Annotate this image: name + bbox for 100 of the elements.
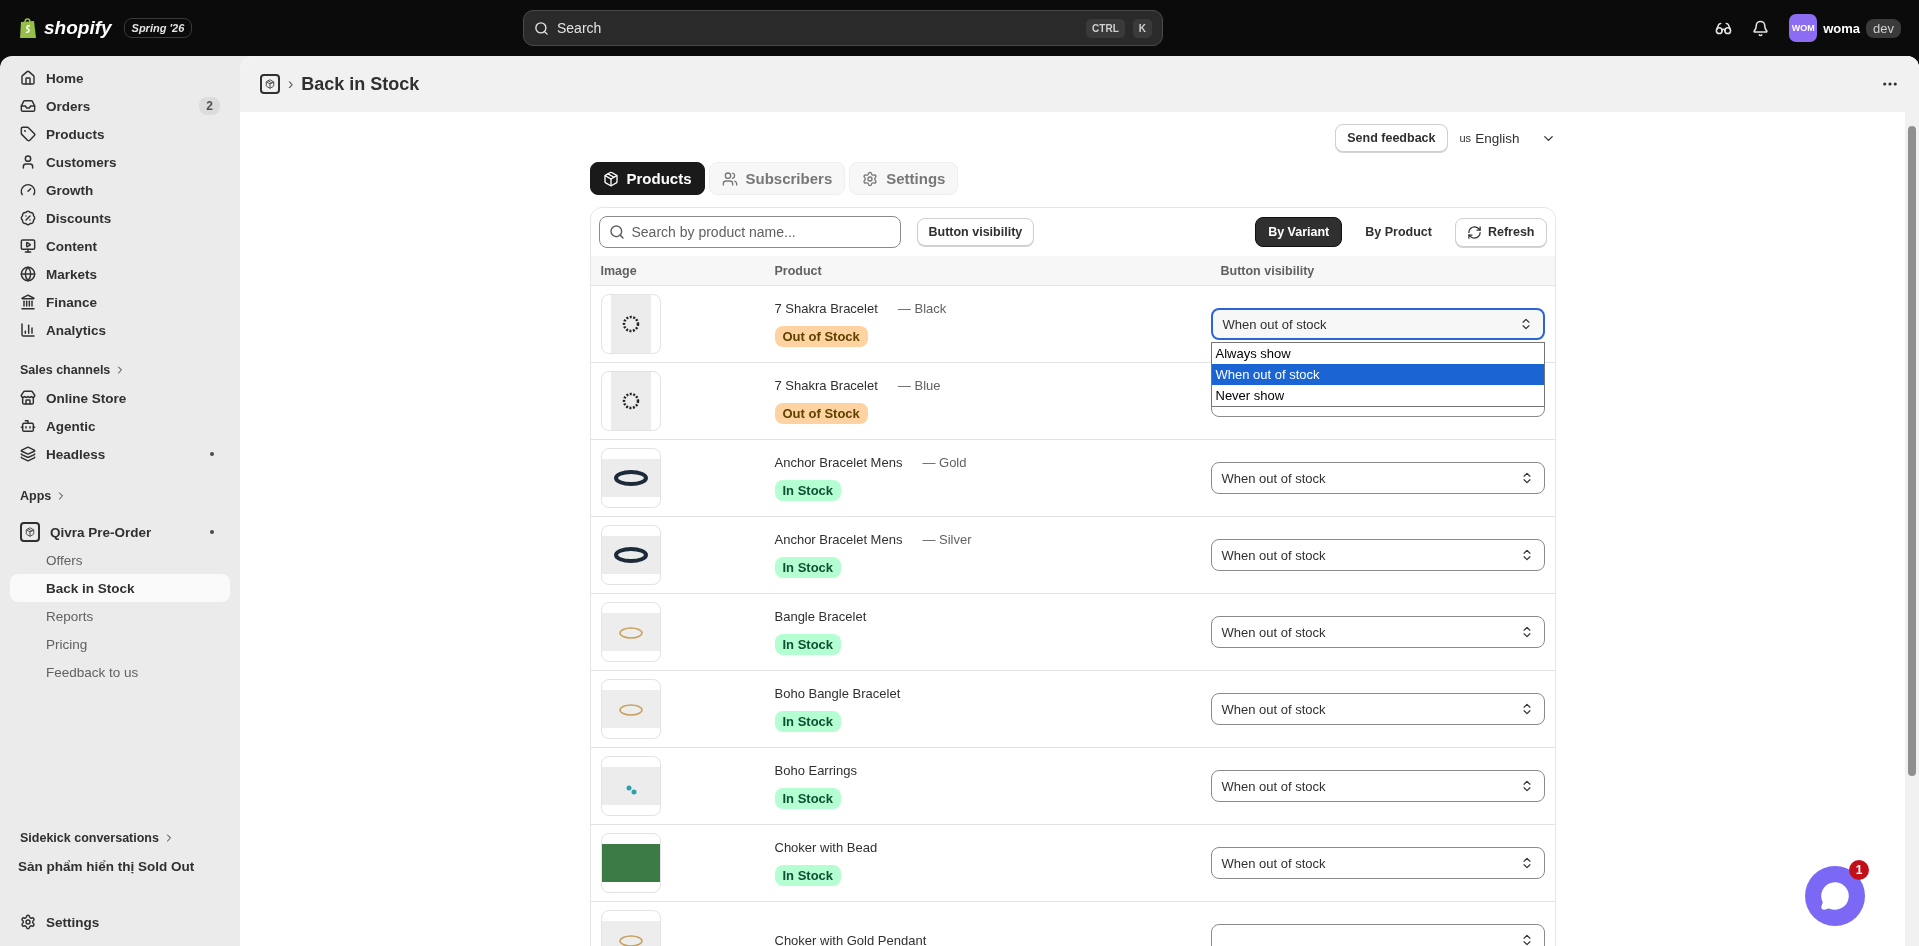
nav-subitem[interactable]: Feedback to us xyxy=(10,658,230,686)
variant-name: — Gold xyxy=(922,455,967,470)
product-name: 7 Shakra Bracelet xyxy=(774,301,878,316)
product-name: Anchor Bracelet Mens xyxy=(774,455,903,470)
stock-status: In Stock xyxy=(774,634,842,655)
avatar[interactable]: WOM xyxy=(1789,14,1818,42)
product-name: Bangle Bracelet xyxy=(774,609,867,624)
visibility-select[interactable]: When out of stock xyxy=(1210,770,1545,802)
keyboard-key: K xyxy=(1132,18,1152,38)
box-icon xyxy=(602,170,619,187)
tab[interactable]: Products xyxy=(589,162,705,195)
stock-status: In Stock xyxy=(774,711,842,732)
section-link[interactable]: Sales channels xyxy=(10,356,230,384)
column-header: Product xyxy=(773,263,823,278)
visibility-select[interactable]: When out of stock xyxy=(1210,847,1545,879)
visibility-select[interactable]: When out of stock xyxy=(1210,693,1545,725)
layers-icon xyxy=(20,446,36,462)
nav-item[interactable]: Growth xyxy=(10,176,230,204)
nav-item[interactable]: Settings xyxy=(10,908,230,936)
app-icon xyxy=(20,522,40,542)
visibility-select[interactable]: When out of stock xyxy=(1210,539,1545,571)
gauge-icon xyxy=(20,182,36,198)
send-feedback-button[interactable]: Send feedback xyxy=(1335,124,1448,152)
product-name: Anchor Bracelet Mens xyxy=(774,532,903,547)
shopping-bag-icon xyxy=(18,17,38,39)
store-icon xyxy=(20,390,36,406)
nav-item[interactable]: Content xyxy=(10,232,230,260)
nav-item[interactable]: Products xyxy=(10,120,230,148)
product-name: Boho Bangle Bracelet xyxy=(774,686,901,701)
nav-item[interactable]: Customers xyxy=(10,148,230,176)
product-name: Choker with Bead xyxy=(774,840,878,855)
product-name: 7 Shakra Bracelet xyxy=(774,378,878,393)
variant-name: — Blue xyxy=(897,378,941,393)
environment-badge: dev xyxy=(1866,18,1901,38)
home-icon xyxy=(20,70,36,86)
chat-bubble-icon xyxy=(1820,881,1850,911)
nav-item[interactable]: Agentic xyxy=(10,412,230,440)
nav-item[interactable]: Orders 2 xyxy=(10,92,230,120)
count-badge: 2 xyxy=(199,97,220,115)
tab[interactable]: Settings xyxy=(849,162,959,195)
visibility-button[interactable]: Button visibility xyxy=(916,218,1035,246)
stock-status: In Stock xyxy=(774,788,842,809)
search-field[interactable]: Search CTRL K xyxy=(523,10,1163,46)
stock-status: Out of Stock xyxy=(774,326,868,347)
search-placeholder: Search xyxy=(557,20,603,36)
visibility-select[interactable]: When out of stock xyxy=(1210,462,1545,494)
search-icon xyxy=(534,20,549,36)
nav-subitem[interactable]: Pricing xyxy=(10,630,230,658)
globe-icon xyxy=(20,266,36,282)
nav-item[interactable]: Markets xyxy=(10,260,230,288)
brand-name: shopify xyxy=(44,17,112,39)
variant-name: — Black xyxy=(897,301,947,316)
scrollbar[interactable] xyxy=(1905,112,1919,946)
product-name: Choker with Gold Pendant xyxy=(774,932,927,946)
keyboard-key: CTRL xyxy=(1086,18,1125,38)
dropdown-option[interactable]: When out of stock xyxy=(1211,364,1544,385)
view-toggle[interactable]: By Variant xyxy=(1255,217,1343,247)
bar-chart-icon xyxy=(20,322,36,338)
search-icon xyxy=(608,224,625,240)
app-icon xyxy=(260,74,280,94)
stock-status: Out of Stock xyxy=(774,403,868,424)
nav-subitem[interactable]: Reports xyxy=(10,602,230,630)
people-icon xyxy=(721,170,738,187)
product-name: Boho Earrings xyxy=(774,763,857,778)
page-title: Back in Stock xyxy=(301,73,421,95)
view-toggle[interactable]: By Product xyxy=(1352,217,1445,247)
nav-subitem[interactable]: Offers xyxy=(10,546,230,574)
nav-item[interactable]: Finance xyxy=(10,288,230,316)
section-link[interactable]: Sidekick conversations xyxy=(10,824,230,852)
search-field[interactable]: Search by product name... xyxy=(598,216,901,248)
inbox-icon xyxy=(20,98,36,114)
stock-status: In Stock xyxy=(774,865,842,886)
bell-icon[interactable] xyxy=(1752,19,1770,37)
nav-item[interactable]: Analytics xyxy=(10,316,230,344)
nav-item[interactable]: Home xyxy=(10,64,230,92)
conversation-link[interactable]: Sản phẩm hiển thị Sold Out xyxy=(10,852,230,880)
breadcrumb-separator: › xyxy=(288,75,294,93)
nav-item[interactable]: Discounts xyxy=(10,204,230,232)
section-link[interactable]: Apps xyxy=(10,482,230,510)
person-icon xyxy=(20,154,36,170)
stock-status: In Stock xyxy=(774,557,842,578)
robot-icon xyxy=(20,418,36,434)
visibility-select[interactable]: When out of stock xyxy=(1210,308,1545,340)
nav-item[interactable]: Qivra Pre-Order xyxy=(10,518,230,546)
column-header: Button visibility xyxy=(1219,263,1316,278)
refresh-icon xyxy=(1466,224,1482,240)
refresh-button[interactable]: Refresh xyxy=(1454,217,1547,247)
bank-icon xyxy=(20,294,36,310)
nav-item[interactable]: Headless xyxy=(10,440,230,468)
visibility-select[interactable]: When out of stock xyxy=(1210,616,1545,648)
tab[interactable]: Subscribers xyxy=(708,162,846,195)
edition-badge: Spring '26 xyxy=(123,18,193,38)
variant-name: — Silver xyxy=(922,532,972,547)
gear-icon xyxy=(862,170,879,187)
nav-subitem[interactable]: Back in Stock xyxy=(10,574,230,602)
language-select[interactable]: us English xyxy=(1459,130,1556,146)
nav-item[interactable]: Online Store xyxy=(10,384,230,412)
tag-icon xyxy=(20,126,36,142)
column-header: Image xyxy=(599,263,638,278)
monitor-icon xyxy=(20,238,36,254)
